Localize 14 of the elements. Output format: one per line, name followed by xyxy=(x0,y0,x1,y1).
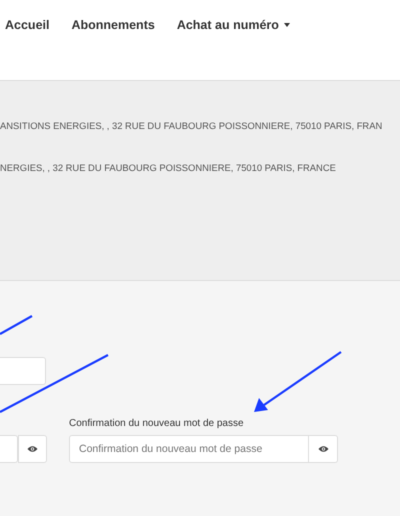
caret-icon xyxy=(284,23,290,27)
input-field[interactable]: Confirmation du nouveau mot de passe xyxy=(69,435,309,463)
nav-link[interactable]: Achat au numéro xyxy=(176,17,290,33)
address-text: NERGIES, , 32 RUE DU FAUBOURG POISSONNIERE, 75010 PARIS, FRANCE xyxy=(0,162,337,174)
show-password-button[interactable] xyxy=(309,435,338,463)
nav-link[interactable]: Accueil xyxy=(5,17,50,33)
eye-icon xyxy=(318,445,328,453)
field-label: Confirmation du nouveau mot de passe xyxy=(69,418,245,429)
show-password-button[interactable] xyxy=(18,435,47,463)
eye-icon xyxy=(27,445,38,453)
input-field[interactable] xyxy=(0,435,18,463)
nav-link[interactable]: Abonnements xyxy=(71,17,155,33)
input-field[interactable] xyxy=(0,357,46,385)
address-text: ANSITIONS ENERGIES, , 32 RUE DU FAUBOURG POISSONNIERE, 75010 PARIS, FRAN xyxy=(0,120,384,132)
